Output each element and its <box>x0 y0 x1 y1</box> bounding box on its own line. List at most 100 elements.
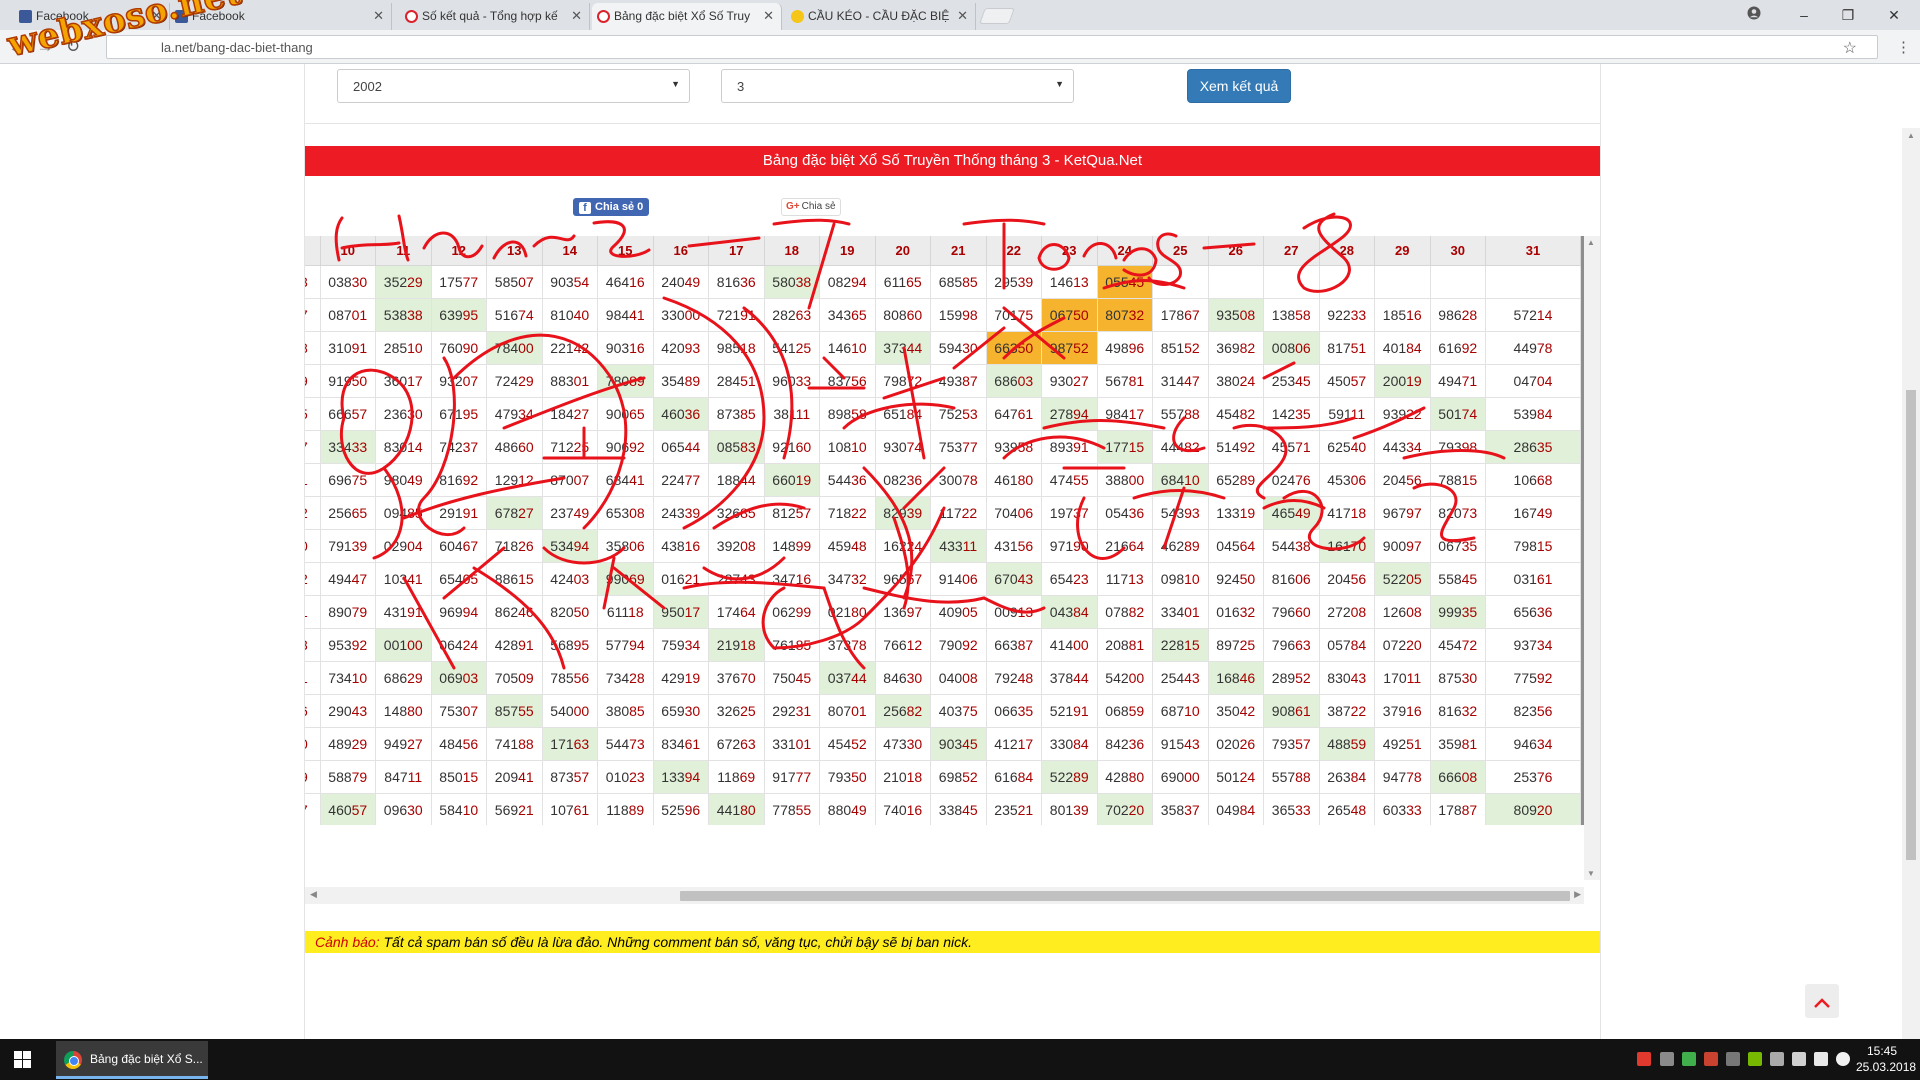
table-cell: 31447 <box>1153 365 1209 398</box>
scroll-up-arrow-icon[interactable]: ▲ <box>1907 131 1915 140</box>
url-input[interactable]: la.net/bang-dac-biet-thang ☆ <box>106 35 1878 59</box>
close-window-button[interactable]: ✕ <box>1874 4 1914 26</box>
cell-last-two-digits: 14 <box>407 439 423 455</box>
back-to-top-button[interactable] <box>1805 984 1839 1018</box>
cell-last-two-digits: 30 <box>351 274 368 290</box>
scroll-down-arrow-icon[interactable]: ▼ <box>1587 869 1595 878</box>
page-scrollbar[interactable]: ▲ ▼ <box>1902 128 1920 1039</box>
table-title: Bảng đặc biệt Xổ Số Truyền Thống tháng 3… <box>305 146 1600 176</box>
table-cell: 77855 <box>765 794 820 825</box>
table-cell: 09485 <box>376 497 432 530</box>
table-cell: 38024 <box>1208 365 1264 398</box>
new-tab-button[interactable] <box>979 8 1015 24</box>
facebook-share-button[interactable]: f Chia sẻ 0 <box>573 198 649 216</box>
table-cell: 90316 <box>598 332 654 365</box>
cell-last-two-digits: 92 <box>462 472 479 488</box>
cell-last-two-digits: 04 <box>1536 373 1553 389</box>
table-cell: 79398 <box>1430 431 1486 464</box>
table-header-day: 20 <box>875 236 931 266</box>
view-results-button[interactable]: Xem kết quả <box>1187 69 1291 103</box>
cell-last-two-digits: 50 <box>573 604 590 620</box>
table-cell: 71822 <box>820 497 876 530</box>
cell-last-two-digits: 47 <box>1184 373 1200 389</box>
month-select[interactable]: 3 ▼ <box>721 69 1074 103</box>
cell-last-two-digits: 97 <box>906 604 923 620</box>
table-cell: 29043 <box>320 695 376 728</box>
table-cell: 84236 <box>1097 728 1153 761</box>
table-cell: 80860 <box>875 299 931 332</box>
tab-title: Số kết quả - Tổng hợp kế <box>422 9 558 23</box>
tray-app-icon[interactable] <box>1637 1052 1651 1066</box>
maximize-button[interactable]: ❐ <box>1828 4 1868 26</box>
cell-last-two-digits: 15 <box>1536 538 1553 554</box>
table-header-day: 27 <box>1264 236 1320 266</box>
table-cell: 34365 <box>820 299 876 332</box>
tab-bang-dac-biet[interactable]: Bảng đặc biệt Xổ Số Truy ✕ <box>592 3 782 30</box>
scroll-up-arrow-icon[interactable]: ▲ <box>1587 238 1595 247</box>
table-cell: 65405 <box>431 563 487 596</box>
cell-last-two-digits: 29 <box>518 373 534 389</box>
cell-last-two-digits: 78 <box>851 637 867 653</box>
table-cell: 96994 <box>431 596 487 629</box>
cell-last-two-digits: 94 <box>629 637 645 653</box>
close-icon[interactable]: ✕ <box>373 8 384 24</box>
bookmark-star-icon[interactable]: ☆ <box>1843 38 1857 58</box>
table-cell: 64761 <box>986 398 1042 431</box>
taskbar-chrome-item[interactable]: Bảng đặc biệt Xổ S... <box>56 1041 208 1079</box>
cell-last-two-digits: 74 <box>518 307 534 323</box>
page-scroll-thumb[interactable] <box>1906 390 1916 860</box>
table-horizontal-scrollbar[interactable]: ◀ ▶ <box>305 887 1584 904</box>
scroll-right-arrow-icon[interactable]: ▶ <box>1574 889 1581 900</box>
table-cell: 61684 <box>986 761 1042 794</box>
cell-last-two-digits: 01 <box>305 670 308 686</box>
start-button[interactable] <box>0 1039 46 1080</box>
cell-last-two-digits: 26 <box>518 538 534 554</box>
tab-cau-keo[interactable]: CẦU KÉO - CẦU ĐẶC BIỆ ✕ <box>786 3 976 30</box>
tray-app-icon[interactable] <box>1660 1052 1674 1066</box>
horizontal-scroll-thumb[interactable] <box>680 891 1570 901</box>
year-select[interactable]: 2002 ▼ <box>337 69 690 103</box>
table-cell: 0299 <box>305 365 321 398</box>
network-icon[interactable] <box>1770 1052 1784 1066</box>
table-cell: 30078 <box>931 464 987 497</box>
table-cell: 03830 <box>320 266 376 299</box>
table-cell: 68629 <box>376 662 432 695</box>
results-table-scroller[interactable]: 9101112131415161718192021222324252627282… <box>305 236 1584 825</box>
cell-last-two-digits: 32 <box>1461 703 1478 719</box>
table-cell: 10668 <box>1486 464 1581 497</box>
cell-last-two-digits: 52 <box>1073 340 1089 356</box>
battery-icon[interactable] <box>1792 1052 1806 1066</box>
cell-last-two-digits: 67 <box>1184 307 1200 323</box>
cell-last-two-digits: 17 <box>407 373 423 389</box>
profile-icon[interactable] <box>1734 4 1774 26</box>
close-icon[interactable]: ✕ <box>957 8 968 24</box>
browser-menu-icon[interactable]: ⋮ <box>1896 38 1911 56</box>
table-cell: 03744 <box>820 662 876 695</box>
table-row: 8825666572363067195479341842790065460368… <box>305 398 1581 431</box>
cell-last-two-digits: 01 <box>351 307 368 323</box>
table-cell: 93734 <box>1486 629 1581 662</box>
scroll-left-arrow-icon[interactable]: ◀ <box>310 889 317 900</box>
table-vertical-scrollbar[interactable]: ▲ ▼ <box>1584 236 1600 880</box>
minimize-button[interactable]: – <box>1784 4 1824 26</box>
cell-last-two-digits: 97 <box>1406 538 1422 554</box>
volume-icon[interactable] <box>1814 1052 1828 1066</box>
tray-app-icon[interactable] <box>1704 1052 1718 1066</box>
gplus-share-button[interactable]: G+ Chia sẻ <box>781 198 841 216</box>
close-icon[interactable]: ✕ <box>763 8 774 24</box>
taskbar-clock[interactable]: 15:45 25.03.2018 <box>1856 1043 1916 1075</box>
table-cell: 69000 <box>1153 761 1209 794</box>
close-icon[interactable]: ✕ <box>571 8 582 24</box>
table-row: 2691890794319196994862468205061118950171… <box>305 596 1581 629</box>
table-cell: 11713 <box>1097 563 1153 596</box>
tray-app-icon[interactable] <box>1726 1052 1740 1066</box>
table-cell: 40375 <box>931 695 987 728</box>
tab-so-ket-qua[interactable]: Số kết quả - Tổng hợp kế ✕ <box>400 3 590 30</box>
table-cell: 58410 <box>432 794 487 825</box>
cell-last-two-digits: 43 <box>1017 571 1034 587</box>
table-cell: 45482 <box>1208 398 1264 431</box>
tray-app-icon[interactable] <box>1682 1052 1696 1066</box>
notification-icon[interactable] <box>1836 1052 1850 1066</box>
nvidia-icon[interactable] <box>1748 1052 1762 1066</box>
cell-last-two-digits: 60 <box>795 439 812 455</box>
